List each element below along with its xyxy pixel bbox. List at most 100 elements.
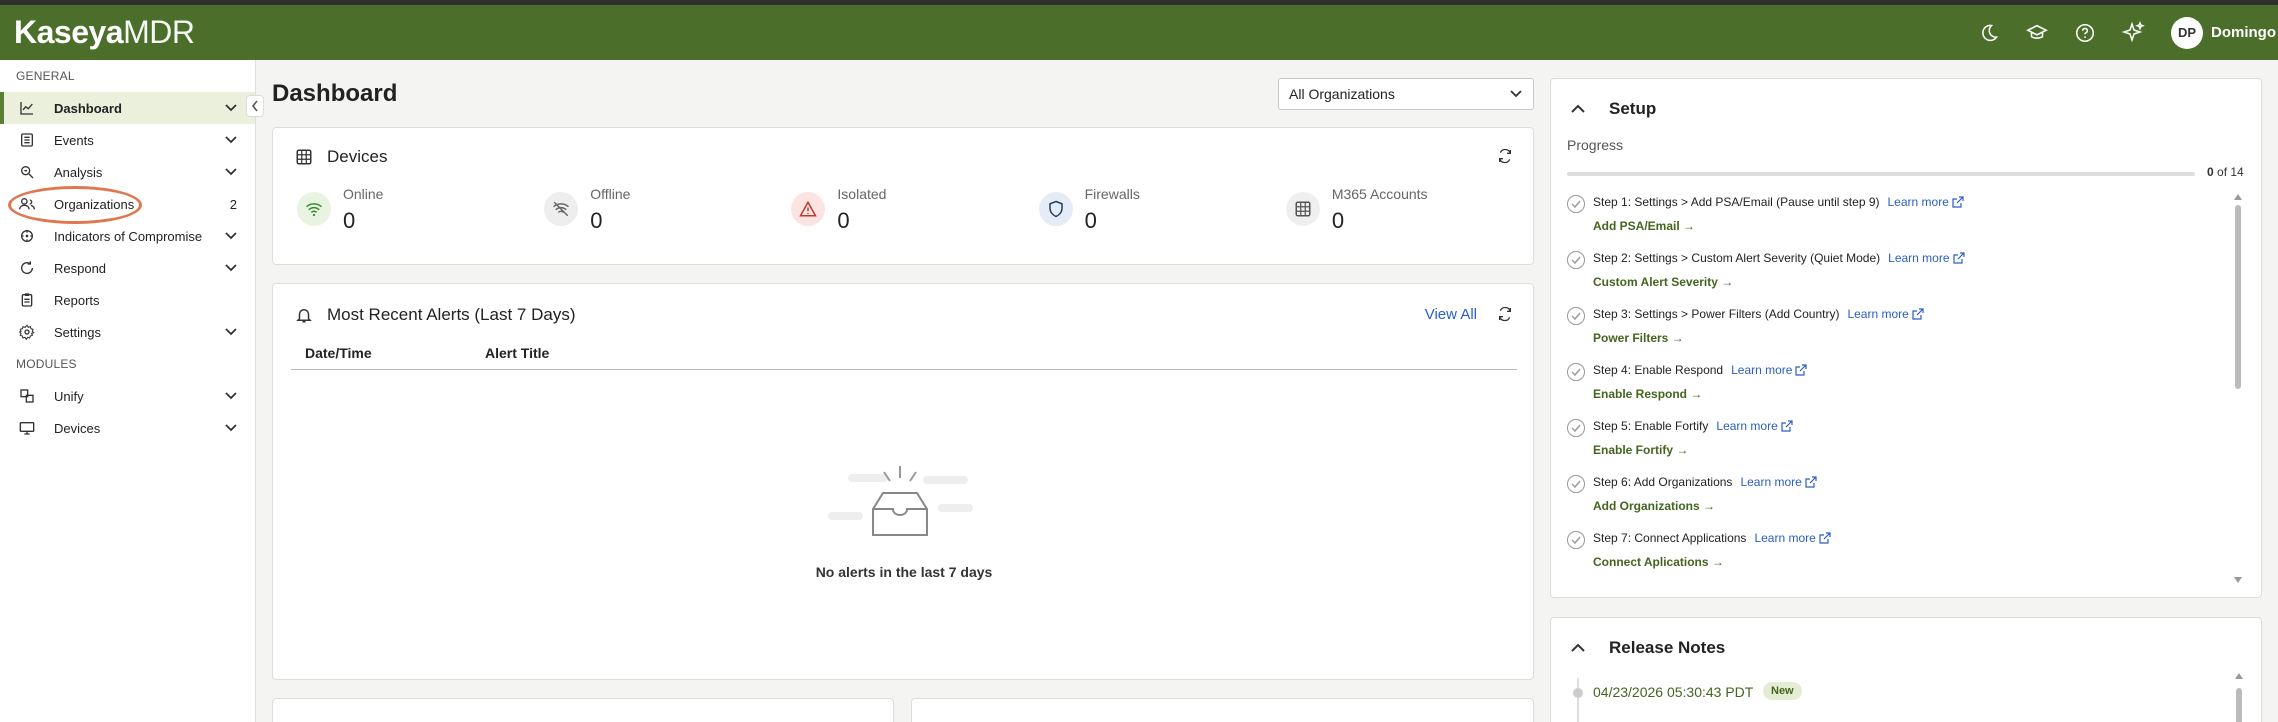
chevron-down-icon[interactable] [223, 136, 239, 144]
stat-m365-accounts[interactable]: M365 Accounts 0 [1285, 186, 1533, 234]
top-icons: DP Domingo [1965, 5, 2278, 60]
setup-scrollbar[interactable] [2233, 187, 2243, 587]
sidebar-section-general: GENERAL [16, 69, 75, 83]
sidebar-item-events[interactable]: Events [0, 124, 255, 156]
setup-step: Step 1: Settings > Add PSA/Email (Pause … [1567, 191, 2231, 247]
sidebar-item-unify[interactable]: Unify [0, 380, 255, 412]
page-title: Dashboard [272, 80, 398, 107]
chevron-up-icon[interactable] [1571, 104, 1591, 114]
shield-icon [1038, 192, 1073, 226]
sidebar-item-reports[interactable]: Reports [0, 284, 255, 316]
stat-firewalls[interactable]: Firewalls 0 [1038, 186, 1286, 234]
sidebar-item-dashboard[interactable]: Dashboard [0, 92, 255, 124]
organization-select[interactable]: All Organizations [1278, 78, 1534, 110]
chevron-down-icon[interactable] [223, 168, 239, 176]
view-all-link[interactable]: View All [1425, 306, 1477, 323]
chevron-down-icon[interactable] [223, 104, 239, 112]
progress-label: Progress [1567, 137, 1624, 153]
sidebar-item-respond[interactable]: Respond [0, 252, 255, 284]
setup-steps-list: Step 1: Settings > Add PSA/Email (Pause … [1567, 191, 2231, 591]
step-action-link[interactable]: Connect Aplications → [1593, 555, 1724, 569]
new-badge: New [1763, 682, 1802, 700]
user-name[interactable]: Domingo [2211, 24, 2276, 41]
refresh-icon[interactable] [1497, 306, 1513, 327]
chevron-down-icon[interactable] [223, 328, 239, 336]
chevron-down-icon[interactable] [223, 232, 239, 240]
learn-more-link[interactable]: Learn more [1847, 307, 1924, 321]
check-circle-icon[interactable] [1567, 251, 1585, 269]
timeline-line [1577, 678, 1579, 722]
release-scrollbar[interactable] [2235, 666, 2243, 722]
release-notes-panel: Release Notes 04/23/2026 05:30:43 PDT Ne… [1550, 617, 2262, 722]
learn-more-link[interactable]: Learn more [1754, 531, 1831, 545]
setup-panel: Setup Progress 0 of 14 Step 1: Settings … [1550, 78, 2262, 598]
bottom-card-left [272, 698, 894, 722]
alerts-title: Most Recent Alerts (Last 7 Days) [327, 305, 576, 324]
chevron-down-icon [1509, 87, 1523, 104]
check-circle-icon[interactable] [1567, 419, 1585, 437]
sidebar-item-organizations[interactable]: Organizations 2 [0, 188, 255, 220]
check-circle-icon[interactable] [1567, 363, 1585, 381]
setup-title: Setup [1609, 99, 1657, 118]
moon-icon[interactable] [1965, 9, 2013, 57]
step-action-link[interactable]: Custom Alert Severity → [1593, 275, 1733, 289]
refresh-icon[interactable] [1497, 148, 1513, 169]
warning-icon [791, 192, 826, 226]
avatar[interactable]: DP [2171, 16, 2203, 49]
chevron-up-icon[interactable] [1571, 643, 1591, 653]
scroll-down-icon[interactable] [2234, 570, 2242, 588]
sparkle-icon[interactable] [2109, 9, 2157, 57]
check-circle-icon[interactable] [1567, 475, 1585, 493]
step-action-link[interactable]: Power Filters → [1593, 331, 1684, 345]
sidebar-item-analysis[interactable]: Analysis [0, 156, 255, 188]
chevron-down-icon[interactable] [223, 392, 239, 400]
sidebar-item-devices[interactable]: Devices [0, 412, 255, 444]
gear-icon [16, 321, 38, 343]
stat-online[interactable]: Online 0 [297, 186, 544, 234]
column-alert-title[interactable]: Alert Title [485, 345, 549, 361]
step-action-link[interactable]: Add Organizations → [1593, 499, 1715, 513]
devices-title: Devices [327, 147, 388, 166]
release-date[interactable]: 04/23/2026 05:30:43 PDT [1593, 684, 1753, 700]
top-bar: KaseyaMDR DP Domingo [0, 0, 2278, 60]
app-logo[interactable]: KaseyaMDR [14, 14, 195, 51]
stat-isolated[interactable]: Isolated 0 [791, 186, 1038, 234]
stat-offline[interactable]: Offline 0 [544, 186, 791, 234]
step-action-link[interactable]: Add PSA/Email → [1593, 219, 1695, 233]
help-icon[interactable] [2061, 9, 2109, 57]
organizations-count: 2 [229, 196, 237, 212]
learn-more-link[interactable]: Learn more [1888, 251, 1965, 265]
scroll-up-icon[interactable] [2235, 673, 2243, 679]
progress-bar [1567, 172, 2195, 176]
chevron-down-icon[interactable] [223, 424, 239, 432]
scroll-thumb[interactable] [2235, 205, 2241, 389]
bottom-card-right [911, 698, 1534, 722]
setup-step: Step 7: Connect Applications Learn more C… [1567, 527, 2231, 583]
sidebar-collapse-button[interactable] [246, 95, 264, 117]
scroll-up-icon[interactable] [2234, 187, 2242, 205]
scroll-thumb[interactable] [2236, 688, 2242, 722]
setup-step: Step 2: Settings > Custom Alert Severity… [1567, 247, 2231, 303]
grid-icon [1285, 192, 1320, 226]
learn-more-link[interactable]: Learn more [1716, 419, 1793, 433]
devices-card: Devices Online 0 Offline 0 Isolated 0 Firew… [272, 127, 1534, 265]
clipboard-icon [16, 289, 38, 311]
respond-icon [16, 257, 38, 279]
check-circle-icon[interactable] [1567, 195, 1585, 213]
empty-inbox-illustration [828, 464, 978, 559]
chevron-down-icon[interactable] [223, 264, 239, 272]
column-date-time[interactable]: Date/Time [305, 345, 485, 361]
learn-more-link[interactable]: Learn more [1731, 363, 1808, 377]
step-action-link[interactable]: Enable Respond → [1593, 387, 1702, 401]
sidebar-item-indicators-of-compromise[interactable]: Indicators of Compromise [0, 220, 255, 252]
graduation-cap-icon[interactable] [2013, 9, 2061, 57]
step-action-link[interactable]: Enable Fortify → [1593, 443, 1688, 457]
check-circle-icon[interactable] [1567, 531, 1585, 549]
learn-more-link[interactable]: Learn more [1740, 475, 1817, 489]
sidebar-item-settings[interactable]: Settings [0, 316, 255, 348]
monitor-icon [16, 417, 38, 439]
check-circle-icon[interactable] [1567, 307, 1585, 325]
magnify-icon [16, 161, 38, 183]
release-notes-title: Release Notes [1609, 638, 1726, 657]
learn-more-link[interactable]: Learn more [1888, 195, 1964, 209]
